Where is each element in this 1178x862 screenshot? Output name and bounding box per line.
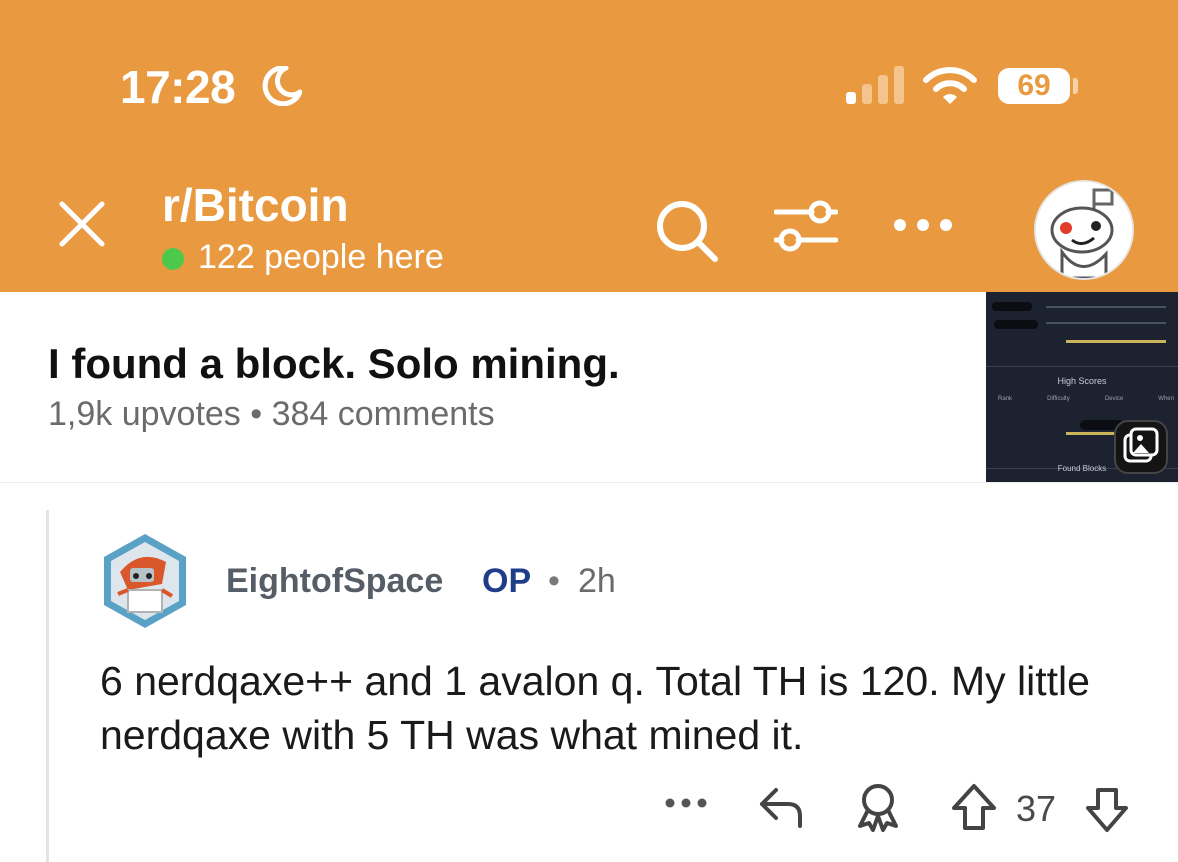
thumbnail-col-device: Device (1104, 396, 1124, 402)
award-icon[interactable] (854, 782, 902, 832)
reply-icon[interactable] (758, 784, 806, 830)
thread-line[interactable] (46, 510, 49, 862)
commenter-avatar[interactable] (100, 532, 190, 630)
comment-body: 6 nerdqaxe++ and 1 avalon q. Total TH is… (100, 658, 1090, 758)
gallery-badge (1114, 420, 1168, 474)
thumbnail-col-when: When (1158, 396, 1174, 402)
vote-count: 37 (1016, 788, 1057, 829)
more-icon[interactable] (664, 796, 708, 810)
post-thumbnail[interactable]: High Scores Rank Difficulty Device When … (986, 292, 1178, 482)
subreddit-name[interactable]: r/Bitcoin (162, 178, 349, 232)
post-divider (0, 482, 1178, 483)
signal-icon (846, 66, 904, 104)
close-icon[interactable] (56, 198, 108, 250)
search-icon[interactable] (654, 198, 720, 264)
wifi-icon (923, 67, 977, 104)
comment-time: 2h (578, 562, 616, 600)
more-icon[interactable] (892, 216, 954, 234)
battery-indicator: 69 (998, 68, 1070, 104)
thumbnail-heading: High Scores (1057, 376, 1107, 386)
thumbnail-col-rank: Rank (998, 396, 1013, 402)
downvote-icon[interactable] (1084, 786, 1130, 834)
post-meta: 1,9k upvotes • 384 comments (48, 395, 495, 433)
op-badge: OP (482, 562, 532, 600)
gallery-icon (1123, 427, 1159, 463)
post-title[interactable]: I found a block. Solo mining. (48, 340, 620, 388)
meta-separator: • (548, 562, 560, 600)
app-header: 17:28 69 r/Bitcoin 122 people here (0, 0, 1178, 292)
thumbnail-col-difficulty: Difficulty (1047, 396, 1070, 402)
comment-author[interactable]: EightofSpace (226, 562, 443, 601)
battery-tip (1073, 78, 1078, 94)
status-time: 17:28 (120, 61, 236, 113)
filter-icon[interactable] (774, 196, 838, 256)
online-count: 122 people here (198, 238, 444, 276)
upvote-icon[interactable] (950, 782, 998, 832)
user-avatar[interactable] (1034, 180, 1134, 280)
snoo-avatar-icon (1036, 182, 1132, 278)
moon-icon (262, 66, 302, 106)
online-indicator (162, 248, 184, 270)
